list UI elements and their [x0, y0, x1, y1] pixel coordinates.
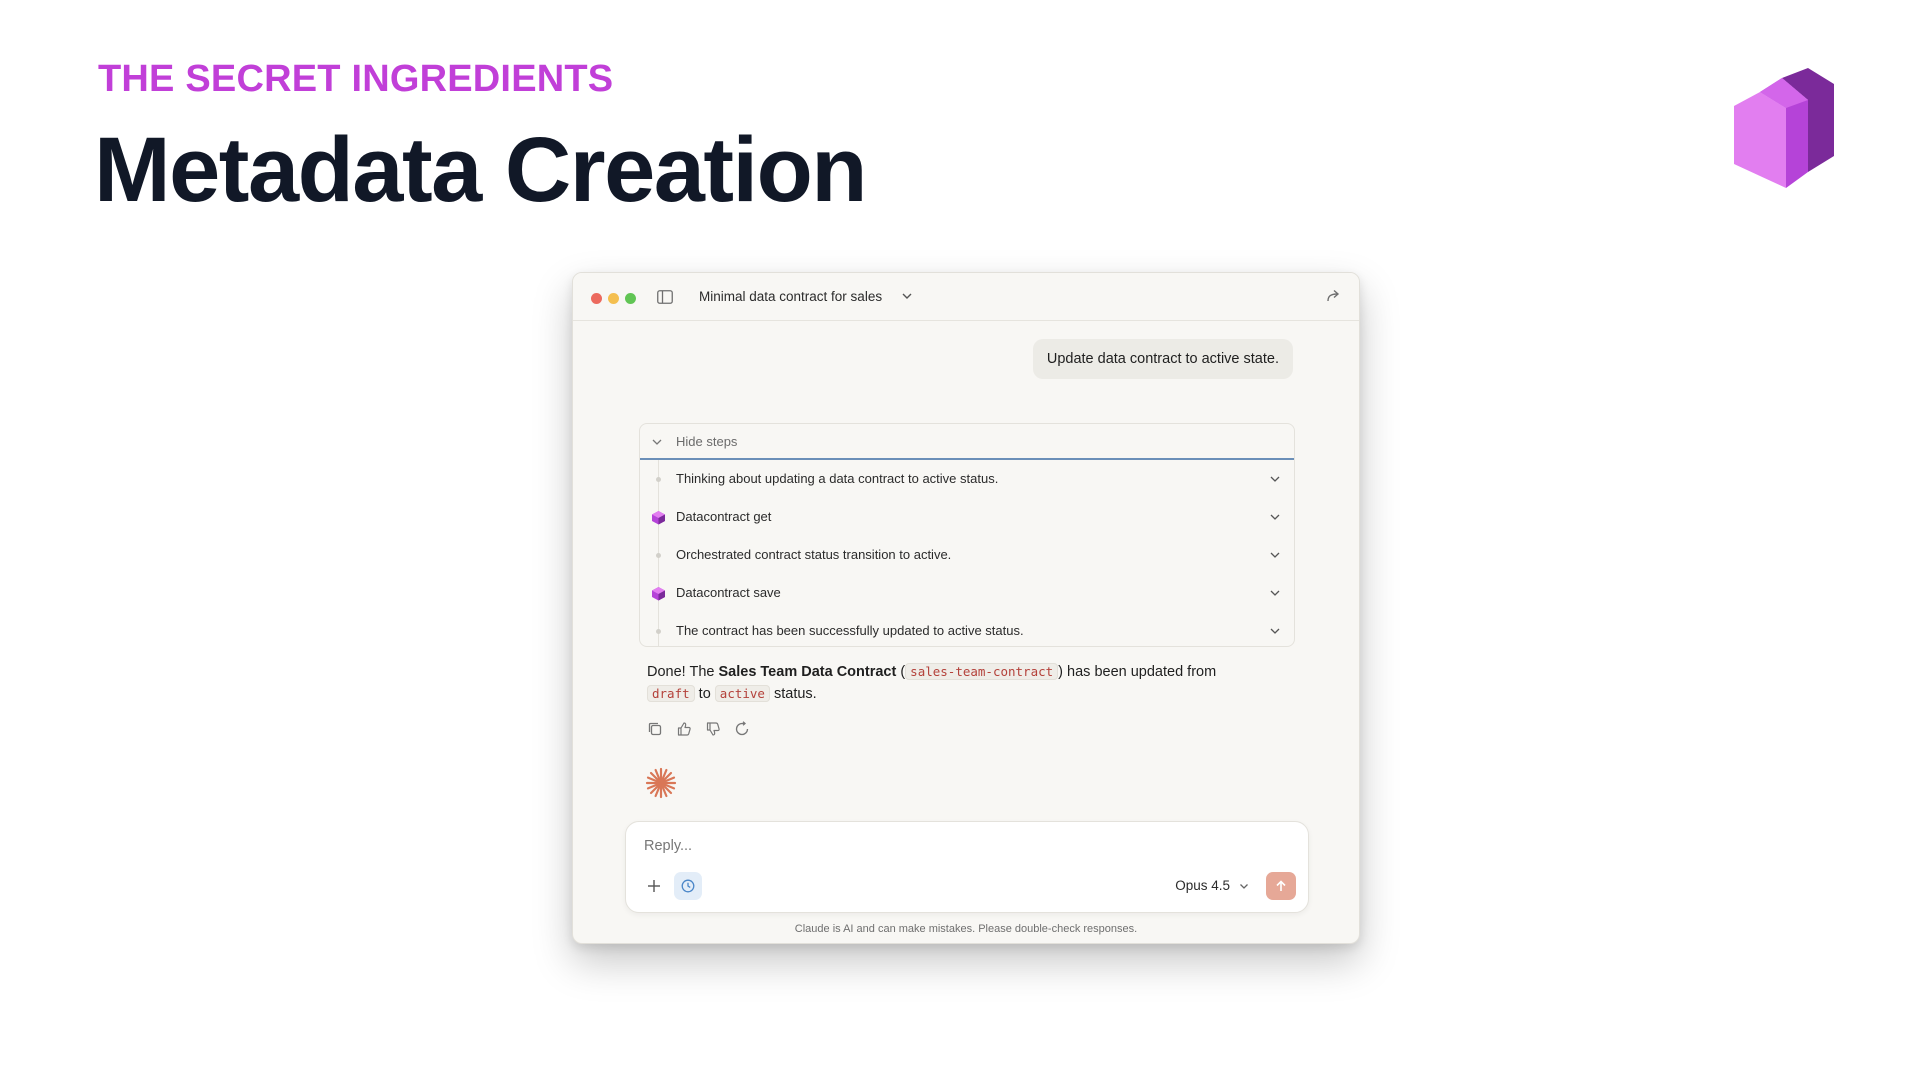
chevron-down-icon — [1270, 514, 1280, 520]
chevron-down-icon[interactable] — [1238, 880, 1250, 892]
to-status-code: active — [714, 685, 770, 702]
retry-icon[interactable] — [734, 721, 750, 737]
reply-composer: Opus 4.5 — [625, 821, 1309, 913]
chevron-down-icon — [1270, 476, 1280, 482]
step-label: Orchestrated contract status transition … — [676, 547, 952, 562]
arrow-up-icon — [1276, 880, 1286, 891]
step-item[interactable]: Thinking about updating a data contract … — [640, 460, 1294, 498]
step-item[interactable]: The contract has been successfully updat… — [640, 612, 1294, 650]
from-status-code: draft — [647, 685, 695, 702]
thumbs-up-icon[interactable] — [676, 721, 692, 737]
answer-open-paren: ( — [896, 664, 906, 680]
step-item[interactable]: Datacontract get — [640, 498, 1294, 536]
step-label: Datacontract get — [676, 509, 772, 524]
chat-window: Minimal data contract for sales Update d… — [572, 272, 1360, 944]
chevron-down-icon — [652, 439, 662, 445]
copy-icon[interactable] — [647, 721, 663, 737]
close-window-button[interactable] — [591, 293, 602, 304]
add-attachment-icon[interactable] — [646, 878, 662, 894]
sidebar-toggle-icon[interactable] — [657, 290, 673, 304]
cube-tool-icon — [652, 587, 665, 601]
ai-disclaimer: Claude is AI and can make mistakes. Plea… — [794, 923, 1138, 935]
chevron-down-icon — [1270, 628, 1280, 634]
minimize-window-button[interactable] — [608, 293, 619, 304]
steps-panel: Hide steps Thinking about updating a dat… — [639, 423, 1295, 647]
reply-input[interactable] — [644, 834, 1284, 858]
step-bullet — [656, 553, 661, 558]
step-label: Datacontract save — [676, 585, 781, 600]
extended-thinking-button[interactable] — [674, 872, 702, 900]
step-bullet — [656, 477, 661, 482]
cube-tool-icon — [652, 511, 665, 525]
answer-suffix: status. — [769, 686, 817, 702]
contract-id-code: sales-team-contract — [905, 663, 1059, 680]
hide-steps-label: Hide steps — [676, 434, 738, 449]
conversation-title[interactable]: Minimal data contract for sales — [699, 289, 882, 304]
claude-spark-icon — [645, 767, 677, 799]
clock-icon — [681, 879, 695, 893]
slide-title: Metadata Creation — [94, 119, 868, 221]
assistant-answer: Done! The Sales Team Data Contract (sale… — [647, 661, 1287, 705]
slide-eyebrow: THE SECRET INGREDIENTS — [98, 58, 614, 100]
model-selector[interactable]: Opus 4.5 — [1175, 878, 1230, 893]
share-icon[interactable] — [1325, 287, 1343, 305]
chevron-down-icon — [1270, 590, 1280, 596]
answer-middle: has been updated from — [1063, 664, 1217, 680]
step-item[interactable]: Datacontract save — [640, 574, 1294, 612]
step-label: Thinking about updating a data contract … — [676, 471, 999, 486]
step-item[interactable]: Orchestrated contract status transition … — [640, 536, 1294, 574]
brand-cube-logo — [1734, 68, 1834, 188]
answer-to-word: to — [694, 686, 715, 702]
contract-name: Sales Team Data Contract — [718, 664, 897, 680]
thumbs-down-icon[interactable] — [705, 721, 721, 737]
step-bullet — [656, 629, 661, 634]
chevron-down-icon[interactable] — [900, 289, 914, 303]
hide-steps-toggle[interactable]: Hide steps — [640, 424, 1294, 460]
window-titlebar: Minimal data contract for sales — [573, 273, 1359, 321]
step-label: The contract has been successfully updat… — [676, 623, 1024, 638]
answer-prefix: Done! The — [647, 664, 719, 680]
chevron-down-icon — [1270, 552, 1280, 558]
send-button[interactable] — [1266, 872, 1296, 900]
user-message-bubble: Update data contract to active state. — [1032, 339, 1293, 379]
maximize-window-button[interactable] — [625, 293, 636, 304]
